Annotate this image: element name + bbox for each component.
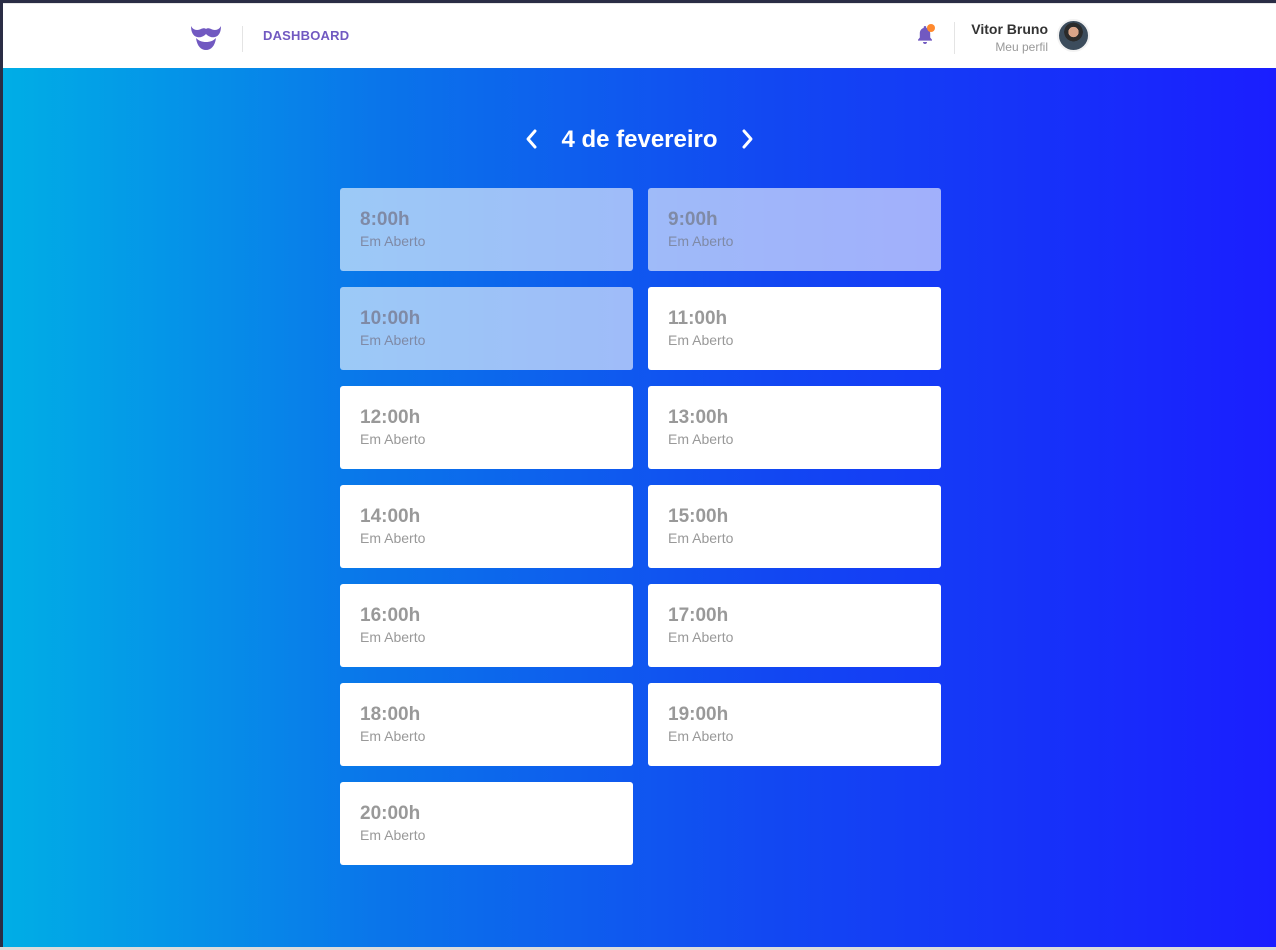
time-slot[interactable]: 17:00h Em Aberto xyxy=(648,584,941,667)
slot-time: 19:00h xyxy=(668,704,729,725)
slot-status: Em Aberto xyxy=(668,233,734,249)
time-slot[interactable]: 8:00h Em Aberto xyxy=(340,188,633,271)
time-slot[interactable]: 19:00h Em Aberto xyxy=(648,683,941,766)
slot-time: 14:00h xyxy=(360,506,421,527)
slot-time: 15:00h xyxy=(668,506,729,527)
time-slot[interactable]: 14:00h Em Aberto xyxy=(340,485,633,568)
time-slot[interactable]: 20:00h Em Aberto xyxy=(340,782,633,865)
profile-divider xyxy=(954,22,955,54)
slot-status: Em Aberto xyxy=(360,728,426,744)
time-slot[interactable]: 18:00h Em Aberto xyxy=(340,683,633,766)
slot-time: 20:00h xyxy=(360,803,421,824)
date-navigation: 4 de fevereiro xyxy=(3,122,1276,162)
slot-time: 13:00h xyxy=(668,407,729,428)
top-navbar: DASHBOARD Vitor Bruno Meu perfil xyxy=(3,4,1276,68)
mustache-logo-icon[interactable] xyxy=(189,22,223,52)
time-slot[interactable]: 9:00h Em Aberto xyxy=(648,188,941,271)
slot-status: Em Aberto xyxy=(360,629,426,645)
avatar[interactable] xyxy=(1057,19,1090,52)
user-name: Vitor Bruno xyxy=(971,21,1048,37)
schedule-grid: 8:00h Em Aberto 9:00h Em Aberto 10:00h E… xyxy=(340,188,941,865)
slot-status: Em Aberto xyxy=(668,431,734,447)
time-slot[interactable]: 12:00h Em Aberto xyxy=(340,386,633,469)
page-title: 4 de fevereiro xyxy=(561,126,718,153)
slot-status: Em Aberto xyxy=(668,530,734,546)
slot-time: 16:00h xyxy=(360,605,421,626)
slot-time: 11:00h xyxy=(668,308,728,329)
slot-time: 10:00h xyxy=(360,308,421,329)
profile-info: Vitor Bruno Meu perfil xyxy=(971,21,1048,54)
nav-divider xyxy=(242,26,243,52)
time-slot[interactable]: 10:00h Em Aberto xyxy=(340,287,633,370)
time-slot[interactable]: 13:00h Em Aberto xyxy=(648,386,941,469)
app-window: DASHBOARD Vitor Bruno Meu perfil 4 de fe… xyxy=(3,3,1276,947)
time-slot[interactable]: 16:00h Em Aberto xyxy=(340,584,633,667)
slot-time: 17:00h xyxy=(668,605,729,626)
time-slot[interactable]: 15:00h Em Aberto xyxy=(648,485,941,568)
slot-time: 9:00h xyxy=(668,209,718,230)
slot-status: Em Aberto xyxy=(668,629,734,645)
notification-badge xyxy=(927,24,935,32)
profile-link[interactable]: Meu perfil xyxy=(971,40,1048,54)
slot-status: Em Aberto xyxy=(668,728,734,744)
slot-status: Em Aberto xyxy=(360,233,426,249)
slot-time: 18:00h xyxy=(360,704,421,725)
chevron-right-icon[interactable] xyxy=(737,128,757,150)
nav-dashboard-link[interactable]: DASHBOARD xyxy=(263,28,349,43)
time-slot[interactable]: 11:00h Em Aberto xyxy=(648,287,941,370)
slot-status: Em Aberto xyxy=(360,431,426,447)
slot-status: Em Aberto xyxy=(360,530,426,546)
slot-status: Em Aberto xyxy=(360,332,426,348)
slot-time: 12:00h xyxy=(360,407,421,428)
slot-status: Em Aberto xyxy=(360,827,426,843)
slot-time: 8:00h xyxy=(360,209,410,230)
slot-status: Em Aberto xyxy=(668,332,734,348)
